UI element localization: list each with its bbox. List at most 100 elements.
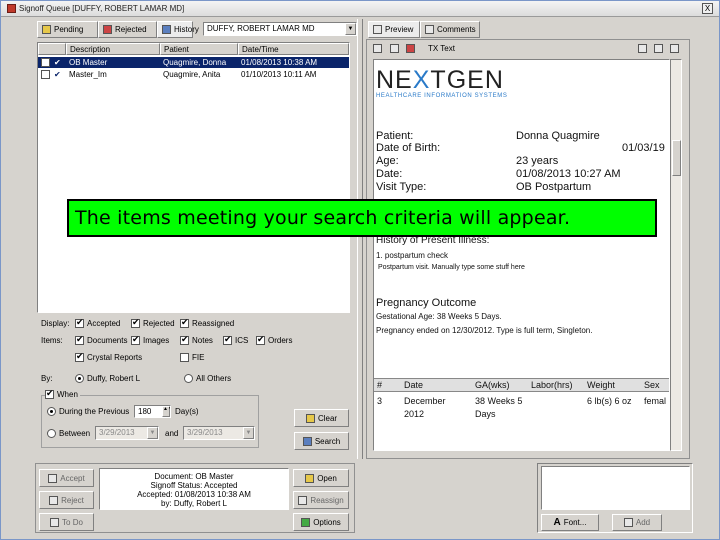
search-button-label: Search [314,436,341,446]
when-group [41,395,259,448]
accept-icon [48,473,58,483]
field-label: Visit Type: [376,181,427,193]
add-button-label: Add [635,518,651,527]
rejected-icon [103,25,112,34]
reject-button[interactable]: Reject [39,491,94,509]
row-datetime: 01/08/2013 10:38 AM [241,58,318,67]
field-value: OB Postpartum [516,181,592,193]
column-header-select[interactable] [38,43,66,55]
checkmark-icon: ✔ [54,58,61,67]
reject-button-label: Reject [61,495,84,505]
during-previous-radio[interactable]: During the Previous [47,407,129,416]
search-button[interactable]: Search [294,432,349,450]
by-all-others-radio[interactable]: All Others [184,374,231,383]
help-icon[interactable] [670,44,679,53]
tab-rejected[interactable]: Rejected [98,21,157,38]
tab-comments[interactable]: Comments [420,21,480,38]
search-icon [302,436,312,446]
history-list: Description Patient Date/Time ✔ OB Maste… [37,42,350,313]
column-header-description[interactable]: Description [66,43,160,55]
chevron-down-icon[interactable]: ▼ [147,427,158,439]
days-label: Day(s) [175,407,199,416]
close-window-button[interactable]: X [702,3,713,14]
preview-scrollbar[interactable] [670,59,682,451]
previous-days-value: 180 [138,407,152,416]
items-orders-checkbox[interactable]: Orders [256,334,292,345]
items-crystal-reports-label: Crystal Reports [87,353,143,362]
pdf-icon[interactable] [406,44,415,53]
display-rejected-checkbox[interactable]: Rejected [131,317,175,328]
tab-preview[interactable]: Preview [368,21,420,38]
items-fie-checkbox[interactable]: FIE [180,353,204,362]
accept-button[interactable]: Accept [39,469,94,487]
between-label: Between [59,429,91,438]
column-header-patient[interactable]: Patient [160,43,238,55]
by-label: By: [41,374,53,383]
folder-icon [305,473,315,483]
spinner-icon[interactable]: ▲▼ [162,406,170,417]
field-label: Date of Birth: [376,142,441,154]
checkmark-icon: ✔ [54,70,61,79]
between-radio[interactable]: Between [47,429,90,438]
outcome-line: Pregnancy ended on 12/30/2012. Type is f… [376,326,593,335]
display-accepted-checkbox[interactable]: Accepted [75,317,121,328]
row-checkbox[interactable] [41,70,50,82]
display-reassigned-checkbox[interactable]: Reassigned [180,317,235,328]
preview-icon [373,25,382,34]
display-rejected-label: Rejected [143,319,175,328]
items-ics-checkbox[interactable]: ICS [223,334,248,345]
table-header-cell: Sex [644,380,660,390]
end-date-value: 3/29/2013 [187,428,223,437]
display-accepted-label: Accepted [87,319,121,328]
view-icon[interactable] [373,44,382,53]
column-header-datetime[interactable]: Date/Time [238,43,349,55]
when-checkbox[interactable]: When [45,388,80,399]
start-date-value: 3/29/2013 [99,428,135,437]
status-line: Signoff Status: Accepted [150,481,238,490]
table-row[interactable]: ✔ Master_Im Quagmire, Anita 01/10/2013 1… [38,69,349,80]
by-duffy-radio[interactable]: Duffy, Robert L [75,374,140,383]
add-icon [623,518,633,527]
open-button[interactable]: Open [293,469,349,487]
scrollbar-thumb[interactable] [672,140,681,176]
vertical-splitter[interactable] [357,19,363,459]
options-button[interactable]: Options [293,513,349,531]
print-icon[interactable] [638,44,647,53]
title-bar: Signoff Queue [DUFFY, ROBERT LAMAR MD] X [1,1,719,17]
items-notes-checkbox[interactable]: Notes [180,334,213,345]
field-label: Patient: [376,130,414,142]
tab-history[interactable]: History [157,21,199,38]
items-images-label: Images [143,336,170,345]
table-cell: 38 Weeks 5 [475,396,523,406]
table-cell: 6 lb(s) 6 oz [587,396,632,406]
field-label: Age: [376,155,399,167]
display-label: Display: [41,319,70,328]
instruction-callout: The items meeting your search criteria w… [67,199,657,237]
add-button[interactable]: Add [612,514,662,531]
reassign-button-label: Reassign [310,495,344,505]
tab-preview-label: Preview [385,25,414,34]
clear-button[interactable]: Clear [294,409,349,427]
chevron-down-icon[interactable]: ▼ [243,427,254,439]
comment-textbox[interactable] [541,466,690,510]
tab-pending[interactable]: Pending [37,21,98,38]
todo-button[interactable]: To Do [39,513,94,531]
hpi-line: Postpartum visit. Manually type some stu… [378,264,525,271]
previous-days-input[interactable]: 180 ▲▼ [134,405,171,418]
accept-button-label: Accept [60,473,85,483]
copy-icon[interactable] [654,44,663,53]
reassign-button[interactable]: Reassign [293,491,349,509]
items-images-checkbox[interactable]: Images [131,334,170,345]
window-title: Signoff Queue [DUFFY, ROBERT LAMAR MD] [19,4,185,13]
chevron-down-icon[interactable]: ▼ [345,23,356,35]
start-date-input[interactable]: 3/29/2013 ▼ [95,426,159,440]
display-reassigned-label: Reassigned [192,319,235,328]
provider-select[interactable]: DUFFY, ROBERT LAMAR MD ▼ [203,22,357,36]
items-documents-checkbox[interactable]: Documents [75,334,127,345]
items-crystal-reports-checkbox[interactable]: Crystal Reports [75,351,143,362]
field-value: 01/08/2013 10:27 AM [516,168,621,180]
save-icon[interactable] [390,44,399,53]
end-date-input[interactable]: 3/29/2013 ▼ [183,426,255,440]
font-button[interactable]: A Font... [541,514,599,531]
table-row[interactable]: ✔ OB Master Quagmire, Donna 01/08/2013 1… [38,57,349,68]
